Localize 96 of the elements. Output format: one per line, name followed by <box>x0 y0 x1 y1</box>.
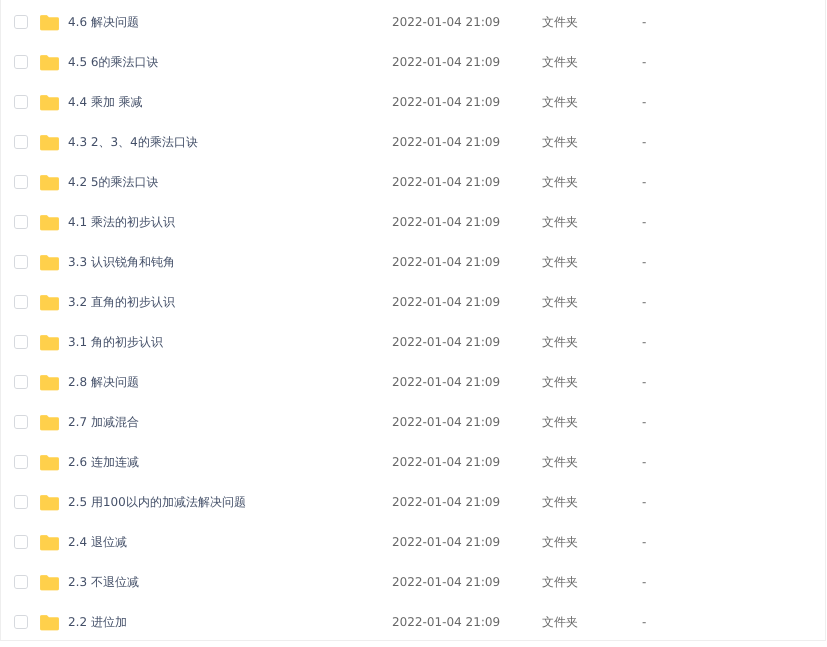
file-type: 文件夹 <box>542 454 579 470</box>
folder-name[interactable]: 3.1 角的初步认识 <box>68 334 392 350</box>
checkbox[interactable] <box>14 535 28 549</box>
folder-icon <box>39 134 60 150</box>
file-type: 文件夹 <box>542 334 579 350</box>
folder-name[interactable]: 2.6 连加连减 <box>68 454 392 470</box>
folder-name[interactable]: 2.3 不退位减 <box>68 574 392 590</box>
folder-name[interactable]: 4.2 5的乘法口诀 <box>68 174 392 190</box>
file-size: - <box>642 535 646 549</box>
folder-icon <box>39 54 60 70</box>
folder-name[interactable]: 3.2 直角的初步认识 <box>68 294 392 310</box>
folder-icon <box>39 174 60 190</box>
file-type: 文件夹 <box>542 574 579 590</box>
checkbox[interactable] <box>14 135 28 149</box>
checkbox[interactable] <box>14 375 28 389</box>
modified-date: 2022-01-04 21:09 <box>392 415 502 429</box>
folder-icon <box>39 534 60 550</box>
folder-icon <box>39 574 60 590</box>
modified-date: 2022-01-04 21:09 <box>392 15 502 29</box>
folder-name[interactable]: 4.4 乘加 乘减 <box>68 94 392 110</box>
file-size: - <box>642 575 646 589</box>
file-size: - <box>642 175 646 189</box>
file-size: - <box>642 615 646 629</box>
modified-date: 2022-01-04 21:09 <box>392 215 502 229</box>
folder-name[interactable]: 2.4 退位减 <box>68 534 392 550</box>
file-size: - <box>642 55 646 69</box>
folder-icon <box>39 414 60 430</box>
file-size: - <box>642 375 646 389</box>
modified-date: 2022-01-04 21:09 <box>392 455 502 469</box>
checkbox[interactable] <box>14 615 28 629</box>
file-size: - <box>642 15 646 29</box>
checkbox[interactable] <box>14 175 28 189</box>
file-type: 文件夹 <box>542 54 579 70</box>
modified-date: 2022-01-04 21:09 <box>392 495 502 509</box>
folder-icon <box>39 454 60 470</box>
modified-date: 2022-01-04 21:09 <box>392 175 502 189</box>
checkbox[interactable] <box>14 575 28 589</box>
modified-date: 2022-01-04 21:09 <box>392 335 502 349</box>
folder-icon <box>39 214 60 230</box>
folder-icon <box>39 614 60 630</box>
modified-date: 2022-01-04 21:09 <box>392 135 502 149</box>
checkbox[interactable] <box>14 55 28 69</box>
folder-name[interactable]: 4.1 乘法的初步认识 <box>68 214 392 230</box>
folder-icon <box>39 14 60 30</box>
modified-date: 2022-01-04 21:09 <box>392 575 502 589</box>
file-type: 文件夹 <box>542 14 579 30</box>
file-type: 文件夹 <box>542 254 579 270</box>
file-size: - <box>642 255 646 269</box>
modified-date: 2022-01-04 21:09 <box>392 55 502 69</box>
file-type: 文件夹 <box>542 214 579 230</box>
folder-icon <box>39 374 60 390</box>
file-size: - <box>642 455 646 469</box>
file-size: - <box>642 295 646 309</box>
checkbox[interactable] <box>14 215 28 229</box>
modified-date: 2022-01-04 21:09 <box>392 255 502 269</box>
folder-name[interactable]: 4.6 解决问题 <box>68 14 392 30</box>
file-type: 文件夹 <box>542 174 579 190</box>
file-size: - <box>642 495 646 509</box>
modified-date: 2022-01-04 21:09 <box>392 535 502 549</box>
file-type: 文件夹 <box>542 374 579 390</box>
file-type: 文件夹 <box>542 294 579 310</box>
file-size: - <box>642 95 646 109</box>
folder-name[interactable]: 2.2 进位加 <box>68 614 392 630</box>
modified-date: 2022-01-04 21:09 <box>392 95 502 109</box>
folder-name[interactable]: 4.3 2、3、4的乘法口诀 <box>68 134 392 150</box>
file-type: 文件夹 <box>542 614 579 630</box>
checkbox[interactable] <box>14 455 28 469</box>
modified-date: 2022-01-04 21:09 <box>392 615 502 629</box>
folder-icon <box>39 294 60 310</box>
folder-icon <box>39 494 60 510</box>
checkbox[interactable] <box>14 295 28 309</box>
checkbox[interactable] <box>14 415 28 429</box>
checkbox[interactable] <box>14 495 28 509</box>
folder-icon <box>39 334 60 350</box>
folder-name[interactable]: 2.7 加减混合 <box>68 414 392 430</box>
checkbox[interactable] <box>14 15 28 29</box>
file-size: - <box>642 335 646 349</box>
folder-name[interactable]: 4.5 6的乘法口诀 <box>68 54 392 70</box>
folder-icon <box>39 254 60 270</box>
file-size: - <box>642 415 646 429</box>
folder-name[interactable]: 2.8 解决问题 <box>68 374 392 390</box>
file-type: 文件夹 <box>542 414 579 430</box>
modified-date: 2022-01-04 21:09 <box>392 295 502 309</box>
file-type: 文件夹 <box>542 534 579 550</box>
file-type: 文件夹 <box>542 94 579 110</box>
checkbox[interactable] <box>14 95 28 109</box>
checkbox[interactable] <box>14 255 28 269</box>
file-type: 文件夹 <box>542 494 579 510</box>
folder-icon <box>39 94 60 110</box>
file-size: - <box>642 215 646 229</box>
file-type: 文件夹 <box>542 134 579 150</box>
modified-date: 2022-01-04 21:09 <box>392 375 502 389</box>
folder-name[interactable]: 3.3 认识锐角和钝角 <box>68 254 392 270</box>
file-size: - <box>642 135 646 149</box>
folder-name[interactable]: 2.5 用100以内的加减法解决问题 <box>68 494 392 510</box>
checkbox[interactable] <box>14 335 28 349</box>
